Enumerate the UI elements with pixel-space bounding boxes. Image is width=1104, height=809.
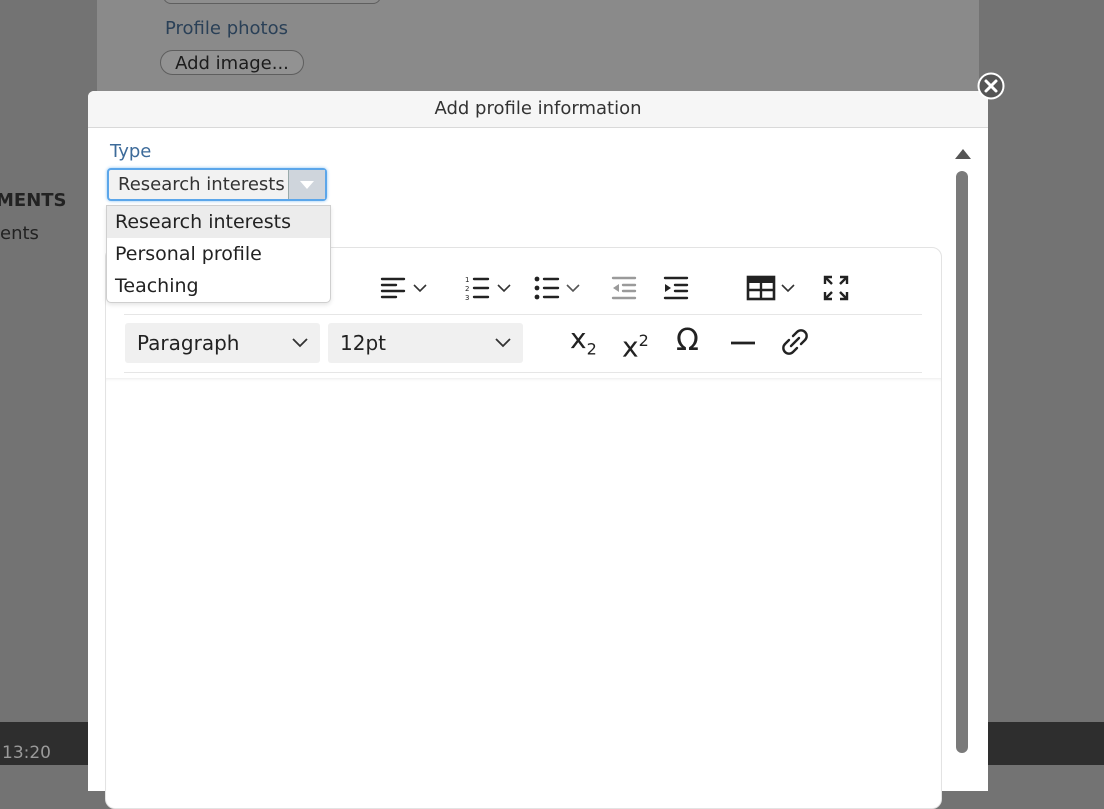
- superscript-icon: x: [622, 330, 639, 364]
- sidebar-item: ents: [0, 223, 39, 244]
- subscript-icon: x: [570, 322, 587, 355]
- special-character-button[interactable]: Ω: [676, 323, 706, 359]
- type-label: Type: [110, 141, 152, 162]
- type-select[interactable]: Research interests: [107, 168, 327, 201]
- chevron-down-icon[interactable]: [496, 280, 512, 296]
- rich-text-editor: 123 Paragraph 12pt x2 x2 Ω: [105, 247, 942, 809]
- superscript-button[interactable]: x2: [622, 325, 658, 364]
- add-image-button: Add image...: [160, 50, 304, 75]
- indent-icon[interactable]: [662, 274, 690, 302]
- chevron-down-icon: [495, 338, 511, 348]
- profile-photos-link: Profile photos: [165, 18, 288, 39]
- omega-icon: Ω: [676, 323, 699, 358]
- block-format-select[interactable]: Paragraph: [125, 323, 320, 363]
- horizontal-rule-icon[interactable]: [729, 329, 757, 357]
- table-icon[interactable]: [746, 274, 776, 302]
- close-icon[interactable]: [977, 72, 1005, 100]
- type-dropdown-list: Research interests Personal profile Teac…: [106, 205, 331, 303]
- type-option-research-interests[interactable]: Research interests: [107, 206, 330, 238]
- dialog-title: Add profile information: [88, 91, 988, 128]
- svg-text:3: 3: [465, 294, 469, 302]
- bullet-list-icon[interactable]: [533, 274, 561, 302]
- background-button-partial: [163, 0, 381, 4]
- fullscreen-icon[interactable]: [822, 274, 850, 302]
- chevron-down-icon[interactable]: [412, 280, 428, 296]
- scrollbar-thumb[interactable]: [956, 171, 968, 753]
- numbered-list-icon[interactable]: 123: [463, 274, 491, 302]
- outdent-icon[interactable]: [610, 274, 638, 302]
- scroll-up-arrow-icon[interactable]: [955, 149, 971, 159]
- clock-time: 13:20: [2, 743, 51, 763]
- block-format-value: Paragraph: [137, 331, 240, 355]
- editor-toolbar-secondary: Paragraph 12pt x2 x2 Ω: [124, 315, 922, 373]
- subscript-button[interactable]: x2: [570, 323, 606, 359]
- chevron-down-icon[interactable]: [565, 280, 581, 296]
- align-left-icon[interactable]: [379, 274, 407, 302]
- svg-text:1: 1: [465, 276, 469, 284]
- type-option-teaching[interactable]: Teaching: [107, 270, 330, 302]
- subscript-digit: 2: [586, 339, 597, 359]
- chevron-down-icon[interactable]: [288, 170, 325, 199]
- superscript-digit: 2: [638, 331, 649, 350]
- type-select-value: Research interests: [118, 174, 285, 195]
- font-size-select[interactable]: 12pt: [328, 323, 523, 363]
- chevron-down-icon[interactable]: [780, 280, 796, 296]
- link-icon[interactable]: [780, 327, 810, 357]
- font-size-value: 12pt: [340, 331, 386, 355]
- svg-text:2: 2: [465, 285, 469, 293]
- sidebar-heading: MENTS: [0, 190, 67, 211]
- editor-content-area[interactable]: [106, 378, 941, 798]
- chevron-down-icon: [292, 338, 308, 348]
- add-profile-dialog: Add profile information Type Research in…: [88, 91, 988, 809]
- type-option-personal-profile[interactable]: Personal profile: [107, 238, 330, 270]
